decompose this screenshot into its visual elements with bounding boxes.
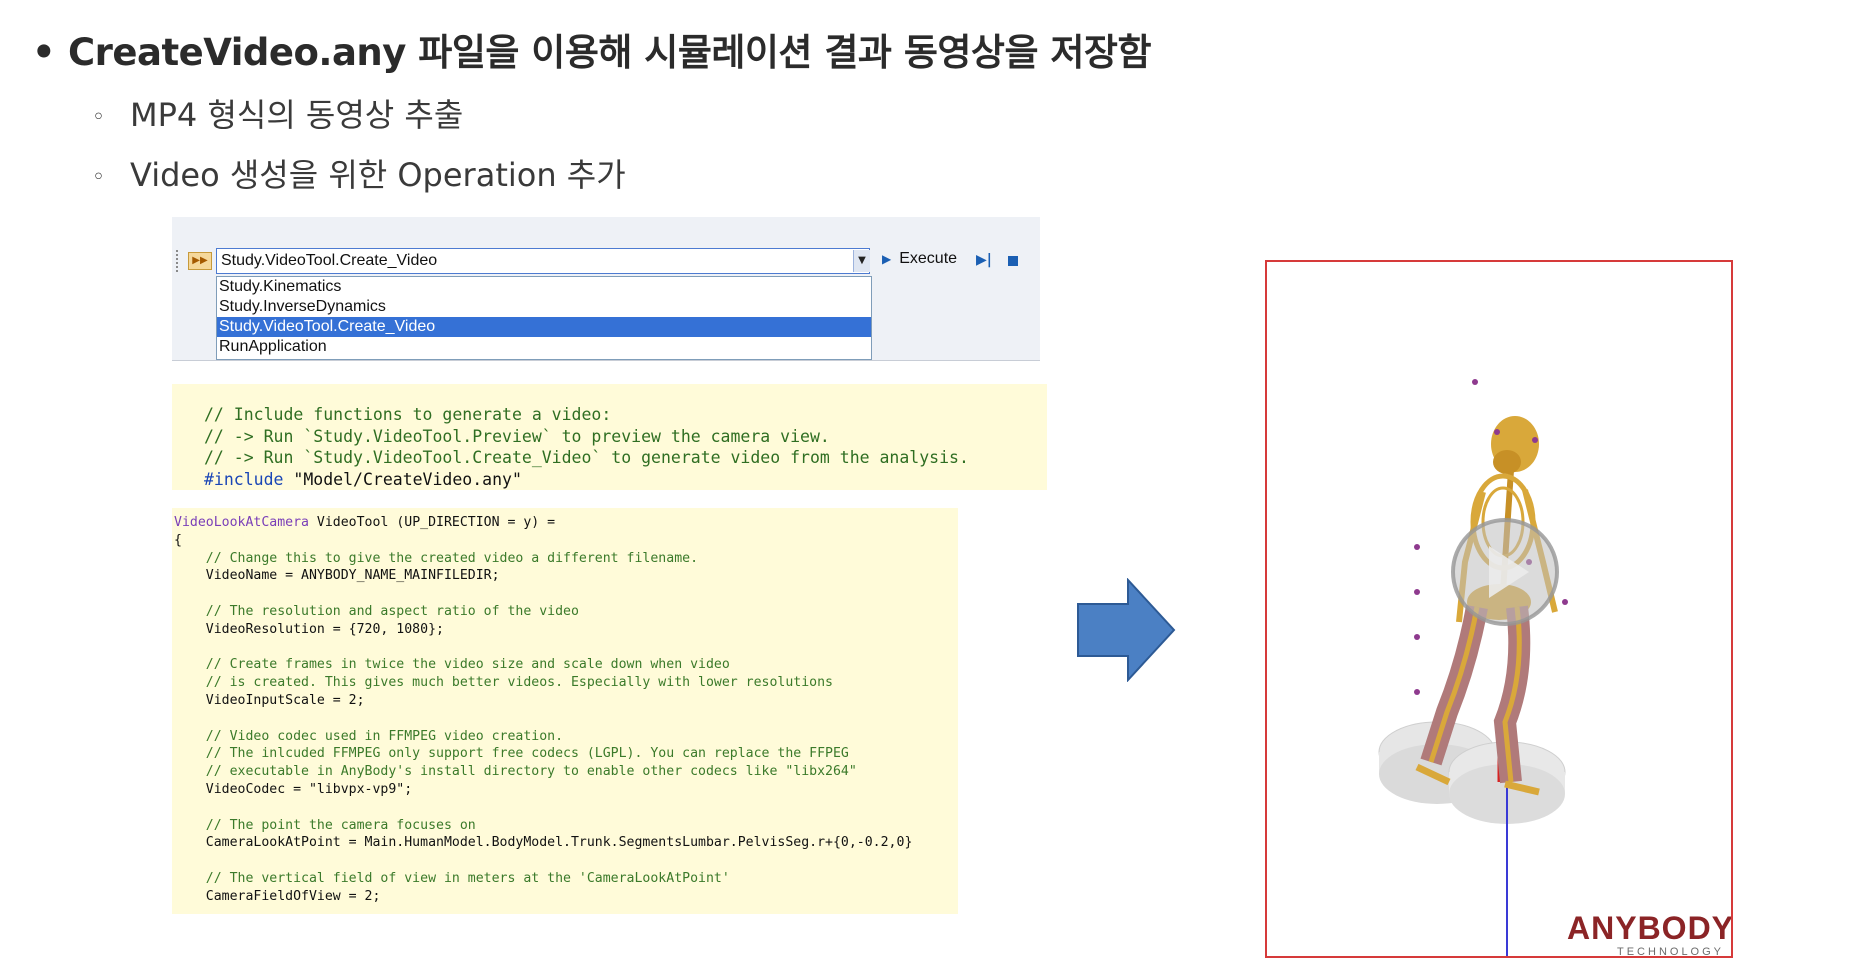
code-line: VideoResolution = {720, 1080}; <box>174 621 444 637</box>
code-line: VideoName = ANYBODY_NAME_MAINFILEDIR; <box>174 568 500 584</box>
arrow-right-icon <box>1077 578 1176 682</box>
sub-bullet-text: MP4 형식의 동영상 추출 <box>130 96 464 134</box>
toolbar-grip[interactable] <box>176 250 182 272</box>
code-line: // is created. This gives much better vi… <box>174 675 833 691</box>
code-line: // The inlcuded FFMPEG only support free… <box>174 746 849 762</box>
operation-combobox-value: Study.VideoTool.Create_Video <box>221 252 438 269</box>
bullet-dot: • <box>32 31 56 74</box>
code-class-name: VideoLookAtCamera <box>174 515 309 530</box>
code-comment: // -> Run `Study.VideoTool.Preview` to p… <box>204 426 830 446</box>
step-icon[interactable]: ▶| <box>976 252 992 268</box>
code-listing: VideoLookAtCamera VideoTool (UP_DIRECTIO… <box>172 508 958 906</box>
execute-icon: ▶ <box>882 252 892 266</box>
operation-dropdown-list: Study.Kinematics Study.InverseDynamics S… <box>216 276 872 360</box>
code-line: // Video codec used in FFMPEG video crea… <box>174 728 564 744</box>
code-line: // The vertical field of view in meters … <box>174 870 730 886</box>
anybody-logo: ANYBODY TECHNOLOGY <box>1567 910 1733 956</box>
code-comment: // Include functions to generate a video… <box>204 405 612 424</box>
sub-bullet-2: ◦ Video 생성을 위한 Operation 추가 <box>92 150 626 196</box>
code-line: VideoLookAtCamera VideoTool (UP_DIRECTIO… <box>174 515 555 530</box>
sub-bullet-text: Video 생성을 위한 Operation 추가 <box>130 156 626 194</box>
execute-button[interactable]: ▶ Execute <box>882 250 957 268</box>
code-line: // Create frames in twice the video size… <box>174 657 730 673</box>
main-bullet-text: CreateVideo.any 파일을 이용해 시뮬레이션 결과 동영상을 저장… <box>68 31 1151 74</box>
code-text: VideoTool (UP_DIRECTION = y) = <box>308 515 556 530</box>
operation-combobox[interactable]: Study.VideoTool.Create_Video ▼ <box>216 248 870 274</box>
sub-bullet-dot: ◦ <box>92 164 105 190</box>
code-line: VideoInputScale = 2; <box>174 692 365 708</box>
dropdown-item-kinematics[interactable]: Study.Kinematics <box>217 277 871 297</box>
code-line: { <box>174 532 182 548</box>
code-line: // Change this to give the created video… <box>174 550 699 566</box>
code-line: // The resolution and aspect ratio of th… <box>174 603 579 619</box>
code-line: CameraFieldOfView = 2; <box>174 888 381 904</box>
code-comment: // -> Run `Study.VideoTool.Create_Video`… <box>204 448 969 467</box>
logo-sub-text: TECHNOLOGY <box>1617 946 1725 958</box>
include-keyword: #include <box>204 469 284 489</box>
sub-bullet-1: ◦ MP4 형식의 동영상 추출 <box>92 90 463 136</box>
video-camera-code-block: VideoLookAtCamera VideoTool (UP_DIRECTIO… <box>172 508 958 914</box>
include-code-block: // Include functions to generate a video… <box>172 384 1047 490</box>
skeleton-figure <box>1378 379 1568 956</box>
sub-bullet-dot: ◦ <box>92 104 105 130</box>
include-path: "Model/CreateVideo.any" <box>283 469 522 489</box>
dropdown-item-run-application[interactable]: RunApplication <box>217 337 871 357</box>
logo-main-text: ANYBODY <box>1567 910 1733 946</box>
video-preview-frame[interactable]: ANYBODY TECHNOLOGY <box>1265 260 1733 958</box>
code-line: VideoCodec = "libvpx-vp9"; <box>174 781 413 797</box>
main-bullet: • CreateVideo.any 파일을 이용해 시뮬레이션 결과 동영상을 저… <box>32 22 1151 76</box>
code-line: // executable in AnyBody's install direc… <box>174 764 857 780</box>
code-line: // The point the camera focuses on <box>174 817 476 833</box>
code-line: CameraLookAtPoint = Main.HumanModel.Body… <box>174 835 913 851</box>
execute-label: Execute <box>899 250 958 267</box>
stop-icon[interactable] <box>1008 256 1018 266</box>
dropdown-chevron-icon[interactable]: ▼ <box>853 250 870 272</box>
dropdown-item-inverse-dynamics[interactable]: Study.InverseDynamics <box>217 297 871 317</box>
operation-icon: ▶▶ <box>188 252 212 270</box>
dropdown-item-create-video[interactable]: Study.VideoTool.Create_Video <box>217 317 871 337</box>
